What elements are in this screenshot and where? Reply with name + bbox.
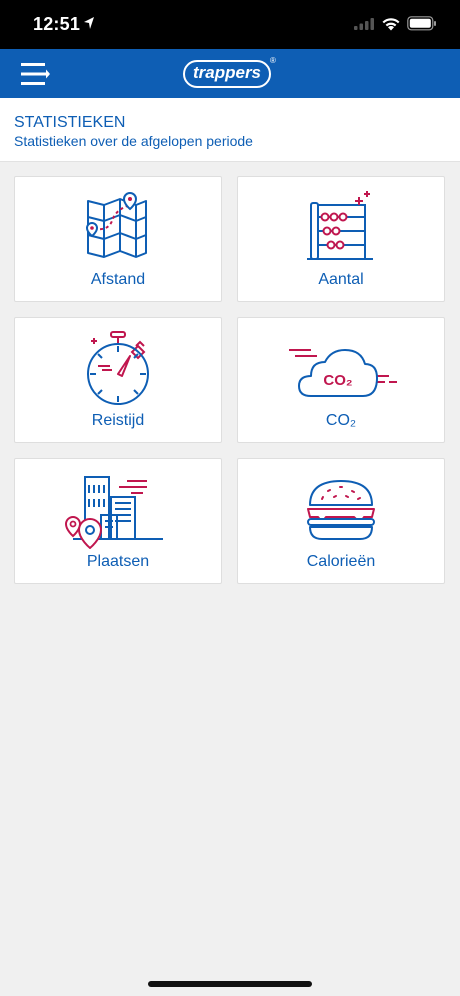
card-label: Afstand: [90, 271, 146, 288]
abacus-icon: [307, 191, 373, 260]
card-label: Reistijd: [91, 412, 145, 429]
city-buildings-icon: [64, 476, 163, 549]
trappers-logo: trappers ®: [183, 56, 277, 90]
card-label: Plaatsen: [86, 553, 150, 570]
logo-registered-mark: ®: [270, 56, 276, 65]
card-label: Calorieën: [306, 553, 376, 570]
co2-cloud-icon: CO₂: [289, 349, 397, 397]
card-co2[interactable]: CO₂ CO₂: [237, 317, 445, 443]
card-reistijd[interactable]: Reistijd: [14, 317, 222, 443]
stopwatch-icon: [87, 331, 149, 405]
location-arrow-icon: [84, 17, 94, 29]
page-title: STATISTIEKEN: [14, 114, 126, 131]
home-indicator[interactable]: [148, 981, 312, 987]
page-subtitle: Statistieken over de afgelopen periode: [14, 133, 253, 149]
status-bar: 12:51: [0, 0, 460, 49]
card-afstand[interactable]: Afstand: [14, 176, 222, 302]
status-time: 12:51: [33, 14, 81, 34]
map-icon: [85, 191, 147, 258]
logo-text: trappers: [192, 63, 262, 82]
page-header: STATISTIEKEN Statistieken over de afgelo…: [0, 98, 460, 162]
wifi-icon: [382, 18, 400, 31]
co2-icon-text: CO₂: [323, 372, 352, 389]
card-label: Aantal: [318, 271, 364, 288]
battery-icon: [407, 16, 436, 31]
cellular-signal-icon: [354, 18, 374, 30]
burger-icon: [307, 480, 375, 540]
card-label: CO₂: [325, 412, 357, 429]
card-plaatsen[interactable]: Plaatsen: [14, 458, 222, 584]
card-aantal[interactable]: Aantal: [237, 176, 445, 302]
card-calorieen[interactable]: Calorieën: [237, 458, 445, 584]
app-bar: trappers ®: [0, 49, 460, 98]
menu-icon[interactable]: [18, 59, 52, 89]
